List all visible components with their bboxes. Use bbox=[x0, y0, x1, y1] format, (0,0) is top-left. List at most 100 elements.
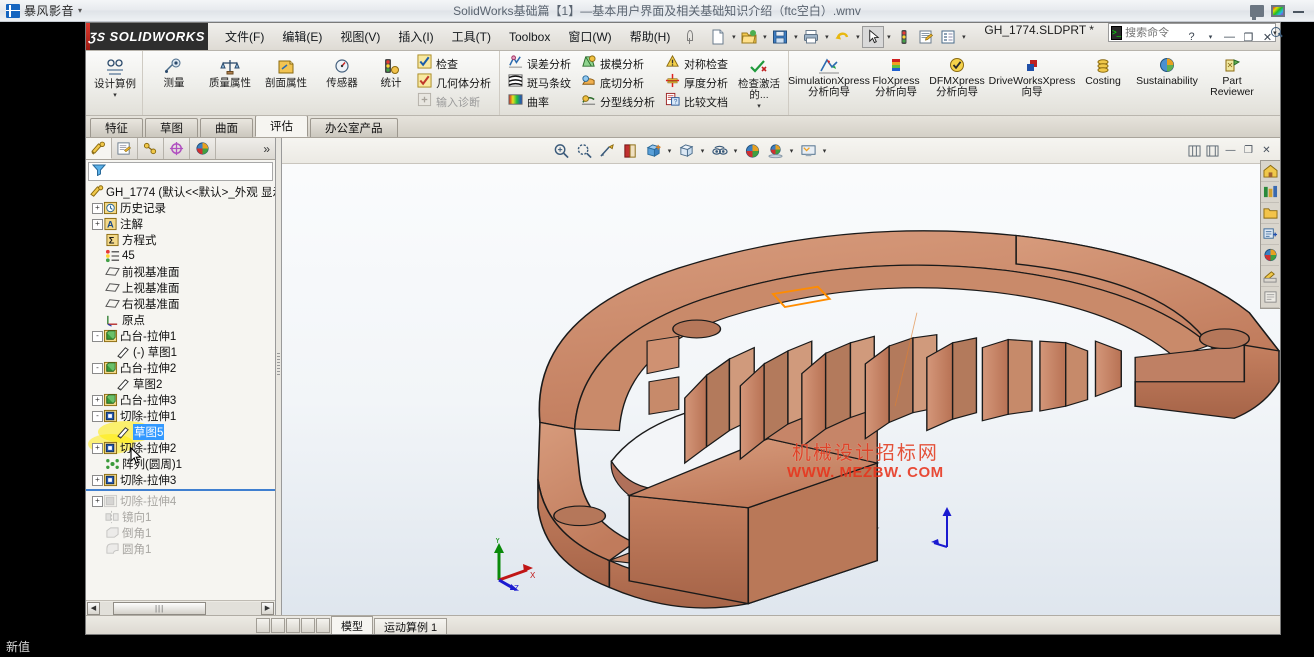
save-icon[interactable] bbox=[769, 26, 791, 48]
undo-dropdown[interactable]: ▾ bbox=[853, 26, 862, 48]
feature-tree[interactable]: GH_1774 (默认<<默认>_外观 显示 + 历史记录 + A 注解 bbox=[86, 181, 275, 600]
previous-view-icon[interactable] bbox=[596, 140, 618, 162]
design-study-button[interactable]: 设计算例 ▾ bbox=[91, 53, 139, 113]
appearances-icon[interactable] bbox=[1261, 266, 1279, 287]
new-document-dropdown[interactable]: ▾ bbox=[729, 26, 738, 48]
display-style-icon[interactable] bbox=[675, 140, 697, 162]
compare-documents-row[interactable]: ? 比较文档 bbox=[662, 93, 731, 112]
tree-node-cut-extrude-2[interactable]: + 切除-拉伸2 bbox=[86, 440, 275, 456]
tab-motion-study[interactable]: 运动算例 1 bbox=[374, 618, 447, 634]
thickness-analysis-row[interactable]: 厚度分析 bbox=[662, 74, 731, 93]
scrollbar-thumb[interactable]: ||| bbox=[113, 602, 206, 615]
hide-show-items-icon[interactable] bbox=[708, 140, 730, 162]
tab-sketch[interactable]: 草图 bbox=[145, 118, 198, 137]
display-style-dropdown[interactable]: ▾ bbox=[698, 140, 707, 162]
open-folder-icon[interactable] bbox=[738, 26, 760, 48]
zoom-to-fit-icon[interactable] bbox=[550, 140, 572, 162]
feature-tree-filter[interactable] bbox=[88, 162, 273, 181]
check-active-button[interactable]: 检查激活的... ▾ bbox=[733, 53, 785, 113]
expand-icon[interactable]: + bbox=[92, 219, 103, 230]
player-brand[interactable]: 暴风影音 ▾ bbox=[0, 2, 150, 19]
minimize-icon[interactable] bbox=[1292, 5, 1306, 17]
zoom-to-area-icon[interactable] bbox=[573, 140, 595, 162]
part-reviewer-button[interactable]: Part Reviewer bbox=[1204, 53, 1260, 113]
status-button-1[interactable] bbox=[256, 618, 270, 633]
help-icon[interactable]: ? bbox=[1183, 29, 1200, 46]
search-library-icon[interactable] bbox=[1261, 224, 1279, 245]
view-settings-icon[interactable] bbox=[797, 140, 819, 162]
options-icon[interactable] bbox=[937, 26, 959, 48]
curvature-row[interactable]: 曲率 bbox=[505, 93, 574, 112]
design-library-icon[interactable] bbox=[1261, 182, 1279, 203]
print-dropdown[interactable]: ▾ bbox=[822, 26, 831, 48]
close-icon[interactable]: ✕ bbox=[1259, 143, 1274, 158]
home-icon[interactable] bbox=[1261, 161, 1279, 182]
property-manager-tab[interactable] bbox=[112, 138, 138, 159]
expand-icon[interactable]: + bbox=[92, 475, 103, 486]
dimxpert-manager-tab[interactable] bbox=[164, 138, 190, 159]
parting-line-analysis-row[interactable]: 分型线分析 bbox=[578, 93, 658, 112]
status-button-3[interactable] bbox=[286, 618, 300, 633]
tree-node-origin[interactable]: 原点 bbox=[86, 312, 275, 328]
check-row[interactable]: 检查 bbox=[414, 55, 494, 74]
scroll-left-icon[interactable]: ◀ bbox=[87, 602, 100, 615]
tree-node-cut-extrude-3[interactable]: + 切除-拉伸3 bbox=[86, 472, 275, 488]
color-palette-icon[interactable] bbox=[1271, 5, 1285, 17]
options-dropdown[interactable]: ▾ bbox=[959, 26, 968, 48]
menu-window[interactable]: 窗口(W) bbox=[559, 24, 620, 49]
menu-edit[interactable]: 编辑(E) bbox=[273, 24, 331, 49]
dfmxpress-button[interactable]: DFMXpress 分析向导 bbox=[926, 53, 988, 113]
scroll-right-icon[interactable]: ▶ bbox=[261, 602, 274, 615]
scrollbar-track[interactable]: ||| bbox=[100, 602, 261, 615]
tree-node-part-root[interactable]: GH_1774 (默认<<默认>_外观 显示 bbox=[86, 184, 275, 200]
tab-evaluate[interactable]: 评估 bbox=[255, 115, 308, 137]
3d-model[interactable] bbox=[282, 138, 1280, 615]
more-tabs-icon[interactable]: » bbox=[263, 138, 275, 159]
split-horizontal-icon[interactable] bbox=[1187, 143, 1202, 158]
draft-analysis-row[interactable]: 拔模分析 bbox=[578, 55, 658, 74]
menu-view[interactable]: 视图(V) bbox=[331, 24, 389, 49]
view-palette-icon[interactable] bbox=[1261, 245, 1279, 266]
sustainability-button[interactable]: Sustainability bbox=[1130, 53, 1204, 113]
new-document-icon[interactable] bbox=[707, 26, 729, 48]
section-view-icon[interactable] bbox=[619, 140, 641, 162]
menu-insert[interactable]: 插入(I) bbox=[389, 24, 442, 49]
costing-button[interactable]: Costing bbox=[1076, 53, 1130, 113]
mass-properties-button[interactable]: 质量属性 bbox=[202, 53, 258, 113]
split-vertical-icon[interactable] bbox=[1205, 143, 1220, 158]
zebra-stripes-row[interactable]: 斑马条纹 bbox=[505, 74, 574, 93]
statistics-button[interactable]: 统计 bbox=[370, 53, 412, 113]
configuration-manager-tab[interactable] bbox=[138, 138, 164, 159]
save-dropdown[interactable]: ▾ bbox=[791, 26, 800, 48]
graphics-viewport[interactable]: ▾ ▾ ▾ ▾ ▾ bbox=[282, 138, 1280, 615]
tree-node-chamfer-1[interactable]: 倒角1 bbox=[86, 525, 275, 541]
tree-node-top-plane[interactable]: 上视基准面 bbox=[86, 280, 275, 296]
tree-node-boss-extrude-1[interactable]: - 凸台-拉伸1 bbox=[86, 328, 275, 344]
menu-tools[interactable]: 工具(T) bbox=[443, 24, 500, 49]
geometry-analysis-row[interactable]: 几何体分析 bbox=[414, 74, 494, 93]
expand-icon[interactable]: + bbox=[92, 203, 103, 214]
symmetry-check-row[interactable]: 对称检查 bbox=[662, 55, 731, 74]
tree-node-equations[interactable]: Σ 方程式 bbox=[86, 232, 275, 248]
measure-button[interactable]: 测量 bbox=[146, 53, 202, 113]
file-properties-icon[interactable] bbox=[915, 26, 937, 48]
view-orientation-icon[interactable] bbox=[642, 140, 664, 162]
undercut-analysis-row[interactable]: 底切分析 bbox=[578, 74, 658, 93]
tree-node-boss-extrude-2[interactable]: - 凸台-拉伸2 bbox=[86, 360, 275, 376]
tree-node-boss-extrude-3[interactable]: + 凸台-拉伸3 bbox=[86, 392, 275, 408]
restore-icon[interactable]: ❐ bbox=[1241, 143, 1256, 158]
tree-node-sketch-1[interactable]: (-) 草图1 bbox=[86, 344, 275, 360]
custom-properties-icon[interactable] bbox=[1261, 287, 1279, 308]
help-dropdown-icon[interactable]: ▾ bbox=[1202, 29, 1219, 46]
collapse-icon[interactable]: - bbox=[92, 363, 103, 374]
apply-scene-icon[interactable] bbox=[764, 140, 786, 162]
view-orientation-dropdown[interactable]: ▾ bbox=[665, 140, 674, 162]
restore-icon[interactable]: ❐ bbox=[1240, 29, 1257, 46]
screen-icon[interactable] bbox=[1250, 5, 1264, 17]
menu-help[interactable]: 帮助(H) bbox=[621, 24, 680, 49]
undo-icon[interactable] bbox=[831, 26, 853, 48]
driveworksxpress-button[interactable]: DriveWorksXpress 向导 bbox=[988, 53, 1076, 113]
status-button-4[interactable] bbox=[301, 618, 315, 633]
deviation-analysis-row[interactable]: 误差分析 bbox=[505, 55, 574, 74]
tree-node-cut-extrude-4[interactable]: + 切除-拉伸4 bbox=[86, 493, 275, 509]
